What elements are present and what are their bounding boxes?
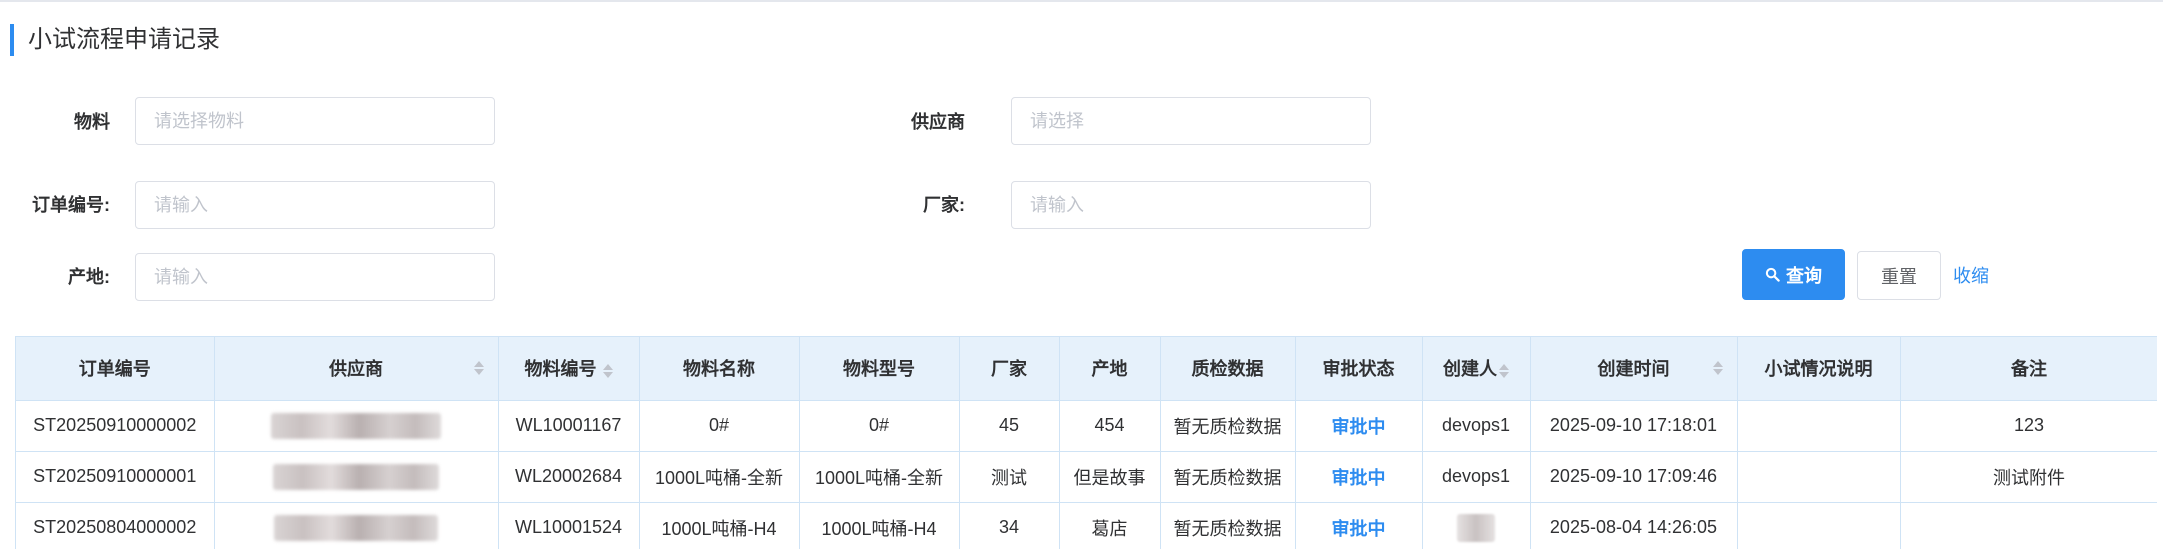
cell-qc-data: 暂无质检数据	[1160, 502, 1296, 549]
cell-description	[1737, 502, 1901, 549]
col-material-model: 物料型号	[799, 337, 960, 401]
col-material-name-label: 物料名称	[683, 359, 755, 380]
cell-manufacturer: 测试	[959, 451, 1060, 503]
cell-description	[1737, 451, 1901, 503]
cell-origin: 454	[1059, 400, 1161, 452]
cell-order-no: ST20250910000002	[16, 400, 215, 452]
cell-material-model: 1000L吨桶-H4	[799, 502, 960, 549]
col-creator-label: 创建人	[1443, 359, 1497, 380]
col-order-no-label: 订单编号	[78, 359, 151, 380]
table-row[interactable]: ST20250804000002 WL10001524 1000L吨桶-H4 1…	[16, 502, 2157, 549]
cell-supplier	[214, 502, 499, 549]
table-row[interactable]: ST20250910000001 WL20002684 1000L吨桶-全新 1…	[16, 451, 2157, 503]
search-icon	[1765, 267, 1780, 282]
cell-created-at: 2025-08-04 14:26:05	[1530, 502, 1738, 549]
col-manufacturer: 厂家	[959, 337, 1060, 401]
col-origin-label: 产地	[1091, 359, 1128, 380]
redacted-supplier	[274, 514, 438, 541]
cell-created-at: 2025-09-10 17:09:46	[1530, 451, 1738, 503]
cell-material-name: 0#	[639, 400, 800, 452]
col-material-name: 物料名称	[639, 337, 800, 401]
col-supplier[interactable]: 供应商	[214, 337, 499, 401]
cell-order-no: ST20250804000002	[16, 502, 215, 549]
sort-icon[interactable]	[473, 361, 484, 376]
page-title: 小试流程申请记录	[10, 24, 220, 56]
cell-remark: 测试附件	[1900, 451, 2157, 503]
cell-material-no: WL10001524	[498, 502, 640, 549]
supplier-label: 供应商	[911, 112, 965, 132]
cell-description	[1737, 400, 1901, 452]
col-remark: 备注	[1900, 337, 2157, 401]
col-manufacturer-label: 厂家	[991, 359, 1027, 380]
col-creator[interactable]: 创建人	[1422, 337, 1531, 401]
col-order-no: 订单编号	[16, 337, 215, 401]
redacted-supplier	[271, 412, 441, 439]
redacted-creator	[1457, 513, 1495, 542]
col-supplier-label: 供应商	[329, 359, 383, 380]
cell-material-model: 1000L吨桶-全新	[799, 451, 960, 503]
col-qc-data: 质检数据	[1160, 337, 1296, 401]
cell-status[interactable]: 审批中	[1295, 451, 1423, 503]
table-header-row: 订单编号 供应商 物料编号 物料名称 物料型号 厂家 产地 质检数据 审批状态 …	[16, 337, 2157, 401]
sort-icon[interactable]	[1712, 361, 1723, 376]
cell-supplier	[214, 400, 499, 452]
redacted-supplier	[273, 463, 439, 490]
collapse-link[interactable]: 收缩	[1953, 262, 1989, 288]
reset-button[interactable]: 重置	[1857, 251, 1941, 300]
table-row[interactable]: ST20250910000002 WL10001167 0# 0# 45 454…	[16, 400, 2157, 452]
cell-qc-data: 暂无质检数据	[1160, 451, 1296, 503]
col-status-label: 审批状态	[1322, 359, 1395, 380]
col-description-label: 小试情况说明	[1764, 359, 1873, 380]
order-no-label: 订单编号:	[32, 195, 110, 215]
records-table: 订单编号 供应商 物料编号 物料名称 物料型号 厂家 产地 质检数据 审批状态 …	[15, 336, 2157, 549]
cell-manufacturer: 45	[959, 400, 1060, 452]
cell-status[interactable]: 审批中	[1295, 502, 1423, 549]
col-remark-label: 备注	[2011, 359, 2047, 380]
cell-material-no: WL10001167	[498, 400, 640, 452]
col-description: 小试情况说明	[1737, 337, 1901, 401]
cell-remark: 123	[1900, 400, 2157, 452]
col-qc-data-label: 质检数据	[1191, 359, 1264, 380]
cell-created-at: 2025-09-10 17:18:01	[1530, 400, 1738, 452]
cell-remark	[1900, 502, 2157, 549]
origin-input[interactable]	[135, 253, 495, 301]
query-button[interactable]: 查询	[1742, 249, 1845, 300]
cell-order-no: ST20250910000001	[16, 451, 215, 503]
cell-origin: 葛店	[1059, 502, 1161, 549]
manufacturer-label: 厂家:	[923, 195, 965, 215]
sort-icon[interactable]	[1499, 363, 1509, 378]
col-material-model-label: 物料型号	[843, 359, 915, 380]
col-created-at-label: 创建时间	[1597, 359, 1670, 380]
col-origin: 产地	[1059, 337, 1161, 401]
cell-qc-data: 暂无质检数据	[1160, 400, 1296, 452]
col-material-no-label: 物料编号	[524, 359, 597, 380]
origin-label: 产地:	[68, 267, 110, 287]
cell-supplier	[214, 451, 499, 503]
query-button-label: 查询	[1786, 265, 1822, 286]
cell-creator: devops1	[1422, 400, 1531, 452]
manufacturer-input[interactable]	[1011, 181, 1371, 229]
col-status: 审批状态	[1295, 337, 1423, 401]
cell-material-model: 0#	[799, 400, 960, 452]
supplier-select[interactable]	[1011, 97, 1371, 145]
cell-status[interactable]: 审批中	[1295, 400, 1423, 452]
cell-material-no: WL20002684	[498, 451, 640, 503]
material-select[interactable]	[135, 97, 495, 145]
cell-material-name: 1000L吨桶-H4	[639, 502, 800, 549]
cell-manufacturer: 34	[959, 502, 1060, 549]
sort-icon[interactable]	[602, 363, 613, 378]
col-created-at[interactable]: 创建时间	[1530, 337, 1738, 401]
top-divider	[0, 0, 2163, 2]
order-no-input[interactable]	[135, 181, 495, 229]
cell-creator	[1422, 502, 1531, 549]
material-label: 物料	[74, 112, 110, 132]
cell-creator: devops1	[1422, 451, 1531, 503]
cell-origin: 但是故事	[1059, 451, 1161, 503]
cell-material-name: 1000L吨桶-全新	[639, 451, 800, 503]
col-material-no[interactable]: 物料编号	[498, 337, 640, 401]
